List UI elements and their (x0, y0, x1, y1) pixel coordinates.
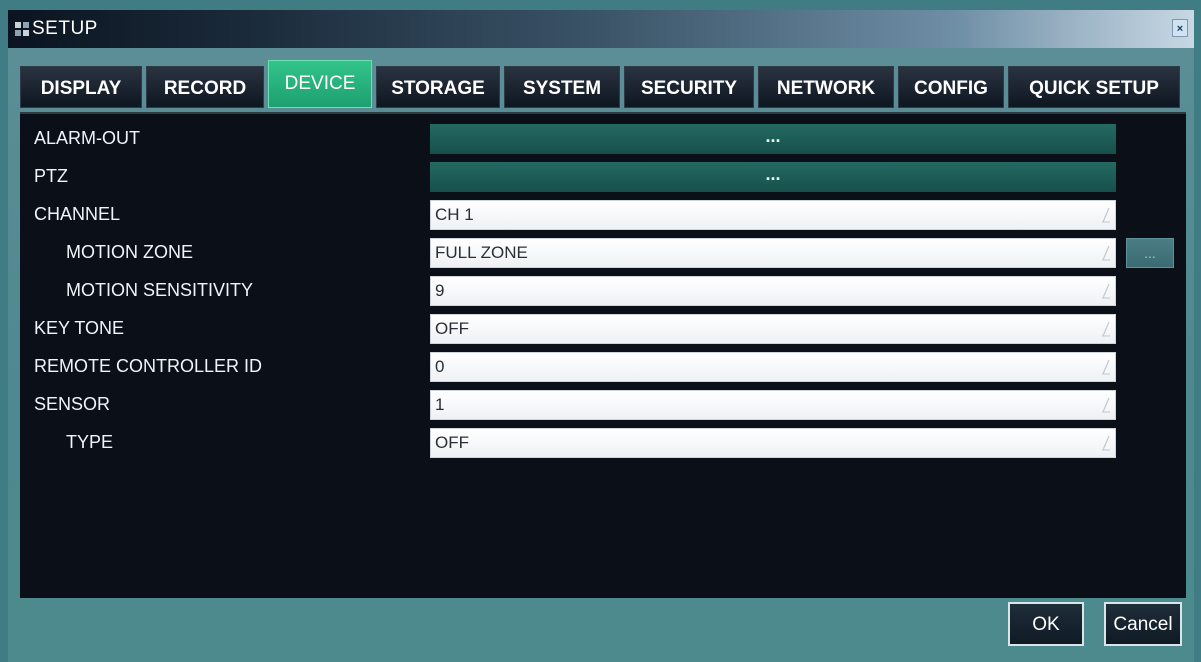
dropdown-icon (1102, 397, 1110, 413)
tab-system[interactable]: SYSTEM (504, 66, 620, 108)
motion-zone-value: FULL ZONE (435, 243, 528, 262)
sensor-value: 1 (435, 395, 445, 414)
ok-button[interactable]: OK (1008, 602, 1084, 646)
ptz-label: PTZ (34, 166, 68, 186)
setting-row-ptz: PTZ ... (20, 162, 1186, 194)
setting-row-type: TYPE OFF (20, 428, 1186, 460)
device-settings-panel: ALARM-OUT ... PTZ ... CHANNEL CH 1 MOTIO… (20, 112, 1186, 598)
tab-config[interactable]: CONFIG (898, 66, 1004, 108)
setting-row-remote-controller-id: REMOTE CONTROLLER ID 0 (20, 352, 1186, 384)
setting-row-sensor: SENSOR 1 (20, 390, 1186, 422)
type-value: OFF (435, 433, 469, 452)
channel-label: CHANNEL (34, 204, 121, 224)
channel-value: CH 1 (435, 205, 474, 224)
sensor-label: SENSOR (34, 394, 111, 414)
setting-row-channel: CHANNEL CH 1 (20, 200, 1186, 232)
setting-row-motion-sensitivity: MOTION SENSITIVITY 9 (20, 276, 1186, 308)
dropdown-icon (1102, 435, 1110, 451)
setting-row-alarm-out: ALARM-OUT ... (20, 124, 1186, 156)
setting-row-key-tone: KEY TONE OFF (20, 314, 1186, 346)
motion-sensitivity-select[interactable]: 9 (430, 276, 1116, 306)
dropdown-icon (1102, 207, 1110, 223)
title-bar: SETUP × (8, 10, 1194, 48)
motion-zone-edit-button[interactable]: ... (1126, 238, 1174, 268)
key-tone-select[interactable]: OFF (430, 314, 1116, 344)
tab-quick-setup[interactable]: QUICK SETUP (1008, 66, 1180, 108)
alarm-out-button[interactable]: ... (430, 124, 1116, 154)
remote-controller-id-label: REMOTE CONTROLLER ID (34, 356, 263, 376)
key-tone-label: KEY TONE (34, 318, 125, 338)
motion-sensitivity-label: MOTION SENSITIVITY (66, 280, 254, 300)
setting-row-motion-zone: MOTION ZONE FULL ZONE ... (20, 238, 1186, 270)
dropdown-icon (1102, 359, 1110, 375)
key-tone-value: OFF (435, 319, 469, 338)
window-title: SETUP (32, 18, 98, 39)
tab-security[interactable]: SECURITY (624, 66, 754, 108)
cancel-button[interactable]: Cancel (1104, 602, 1182, 646)
dropdown-icon (1102, 245, 1110, 261)
alarm-out-label: ALARM-OUT (34, 128, 141, 148)
setup-window: SETUP × DISPLAY RECORD DEVICE STORAGE SY… (8, 10, 1194, 662)
close-button[interactable]: × (1172, 19, 1188, 37)
remote-controller-id-value: 0 (435, 357, 445, 376)
type-select[interactable]: OFF (430, 428, 1116, 458)
tab-bar: DISPLAY RECORD DEVICE STORAGE SYSTEM SEC… (20, 58, 1186, 114)
motion-zone-label: MOTION ZONE (66, 242, 193, 262)
ptz-button[interactable]: ... (430, 162, 1116, 192)
dropdown-icon (1102, 321, 1110, 337)
remote-controller-id-select[interactable]: 0 (430, 352, 1116, 382)
channel-select[interactable]: CH 1 (430, 200, 1116, 230)
sensor-select[interactable]: 1 (430, 390, 1116, 420)
tab-display[interactable]: DISPLAY (20, 66, 142, 108)
tab-storage[interactable]: STORAGE (376, 66, 500, 108)
tab-device[interactable]: DEVICE (268, 60, 372, 108)
type-label: TYPE (66, 432, 114, 452)
motion-sensitivity-value: 9 (435, 281, 445, 300)
motion-zone-select[interactable]: FULL ZONE (430, 238, 1116, 268)
tab-network[interactable]: NETWORK (758, 66, 894, 108)
tab-record[interactable]: RECORD (146, 66, 264, 108)
setup-app-icon (15, 22, 29, 36)
dropdown-icon (1102, 283, 1110, 299)
